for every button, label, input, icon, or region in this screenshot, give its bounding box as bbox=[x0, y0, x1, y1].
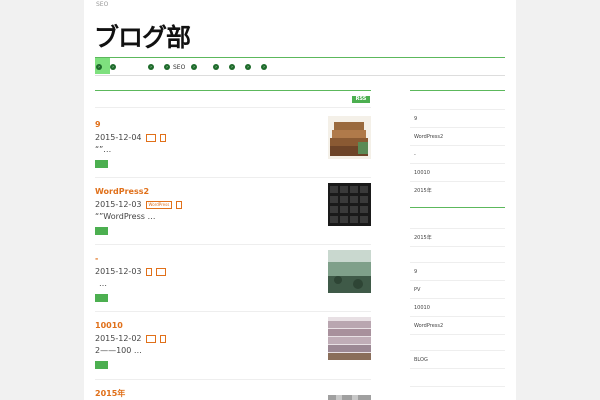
post-item: 9 2015-12-04 “”… bbox=[95, 116, 371, 168]
sidebar-link[interactable]: BLOG bbox=[410, 350, 505, 368]
nav-bullet-icon: › bbox=[245, 64, 251, 70]
post-tag[interactable] bbox=[176, 200, 183, 209]
nav-bullet-icon: › bbox=[191, 64, 197, 70]
nav-item-label: SEO bbox=[173, 63, 186, 71]
sidebar-spacer bbox=[410, 368, 505, 386]
site-logo[interactable]: ブログ部 bbox=[94, 18, 191, 54]
post-date: 2015-12-03 bbox=[95, 200, 142, 209]
sidebar-spacer bbox=[410, 246, 505, 262]
nav-item-2[interactable]: › bbox=[110, 62, 119, 72]
post-date: 2015-12-02 bbox=[95, 334, 142, 343]
nav-bullet-icon: › bbox=[229, 64, 235, 70]
read-more-button[interactable] bbox=[95, 294, 108, 302]
rss-button[interactable]: RSS bbox=[352, 96, 370, 103]
sidebar-widget-border bbox=[410, 90, 505, 91]
sidebar-link[interactable]: 2015年 bbox=[410, 181, 505, 199]
sidebar-link[interactable]: 10010 bbox=[410, 298, 505, 316]
post-divider bbox=[95, 311, 371, 312]
sidebar-link[interactable]: 2015年 bbox=[410, 228, 505, 246]
main-heading-underline bbox=[95, 107, 371, 108]
sidebar-spacer bbox=[410, 386, 505, 400]
nav-item-9[interactable]: › bbox=[261, 62, 267, 72]
post-divider bbox=[95, 177, 371, 178]
nav-bullet-icon: › bbox=[213, 64, 219, 70]
post-item: - 2015-12-03 … bbox=[95, 250, 371, 302]
nav-bullet-icon: › bbox=[164, 64, 170, 70]
sidebar-link[interactable]: 9 bbox=[410, 109, 505, 127]
nav-item-6[interactable]: › bbox=[213, 62, 222, 72]
nav-top-border bbox=[95, 57, 505, 58]
post-date: 2015-12-04 bbox=[95, 133, 142, 142]
sidebar-link[interactable]: 10010 bbox=[410, 163, 505, 181]
sidebar-link[interactable]: WordPress2 bbox=[410, 316, 505, 334]
nav-item-seo[interactable]: › SEO bbox=[164, 62, 185, 72]
sidebar-link[interactable]: WordPress2 bbox=[410, 127, 505, 145]
sidebar-link[interactable]: PV bbox=[410, 280, 505, 298]
header-tagline: SEO bbox=[96, 1, 109, 8]
read-more-button[interactable] bbox=[95, 227, 108, 235]
post-divider bbox=[95, 244, 371, 245]
sidebar-link[interactable]: 9 bbox=[410, 262, 505, 280]
nav-item-home[interactable]: › bbox=[96, 62, 105, 72]
post-tag[interactable] bbox=[155, 267, 166, 276]
nav-item-5[interactable]: › bbox=[191, 62, 200, 72]
sidebar-spacer bbox=[410, 334, 505, 350]
nav-bottom-border bbox=[95, 75, 505, 76]
post-divider bbox=[95, 379, 371, 380]
post-item: 10010 2015-12-02 2——100 … bbox=[95, 317, 371, 369]
sidebar-widget-border bbox=[410, 207, 505, 208]
post-date: 2015-12-03 bbox=[95, 267, 142, 276]
nav-bullet-icon: › bbox=[261, 64, 267, 70]
post-item: 2015年 bbox=[95, 388, 371, 400]
post-thumbnail[interactable] bbox=[328, 183, 371, 226]
nav-bullet-icon: › bbox=[96, 64, 102, 70]
read-more-button[interactable] bbox=[95, 160, 108, 168]
nav-bullet-icon: › bbox=[110, 64, 116, 70]
nav-item-8[interactable]: › bbox=[245, 62, 254, 72]
nav-item-3[interactable]: › bbox=[148, 62, 154, 72]
sidebar-link[interactable]: - bbox=[410, 145, 505, 163]
post-tag[interactable] bbox=[159, 334, 166, 343]
post-thumbnail[interactable] bbox=[328, 250, 371, 293]
post-thumbnail[interactable] bbox=[328, 390, 371, 400]
post-tag[interactable] bbox=[159, 133, 166, 142]
post-category-tag[interactable] bbox=[145, 334, 156, 343]
post-thumbnail[interactable] bbox=[328, 317, 371, 360]
nav-item-7[interactable]: › bbox=[229, 62, 238, 72]
post-category-tag[interactable] bbox=[145, 267, 152, 276]
post-category-tag[interactable]: WordPress bbox=[145, 200, 173, 209]
read-more-button[interactable] bbox=[95, 361, 108, 369]
post-thumbnail[interactable] bbox=[328, 116, 371, 159]
main-heading-border bbox=[95, 90, 371, 91]
post-category-tag[interactable] bbox=[145, 133, 156, 142]
nav-bullet-icon: › bbox=[148, 64, 154, 70]
post-item: WordPress2 2015-12-03 WordPress “”WordPr… bbox=[95, 183, 371, 235]
